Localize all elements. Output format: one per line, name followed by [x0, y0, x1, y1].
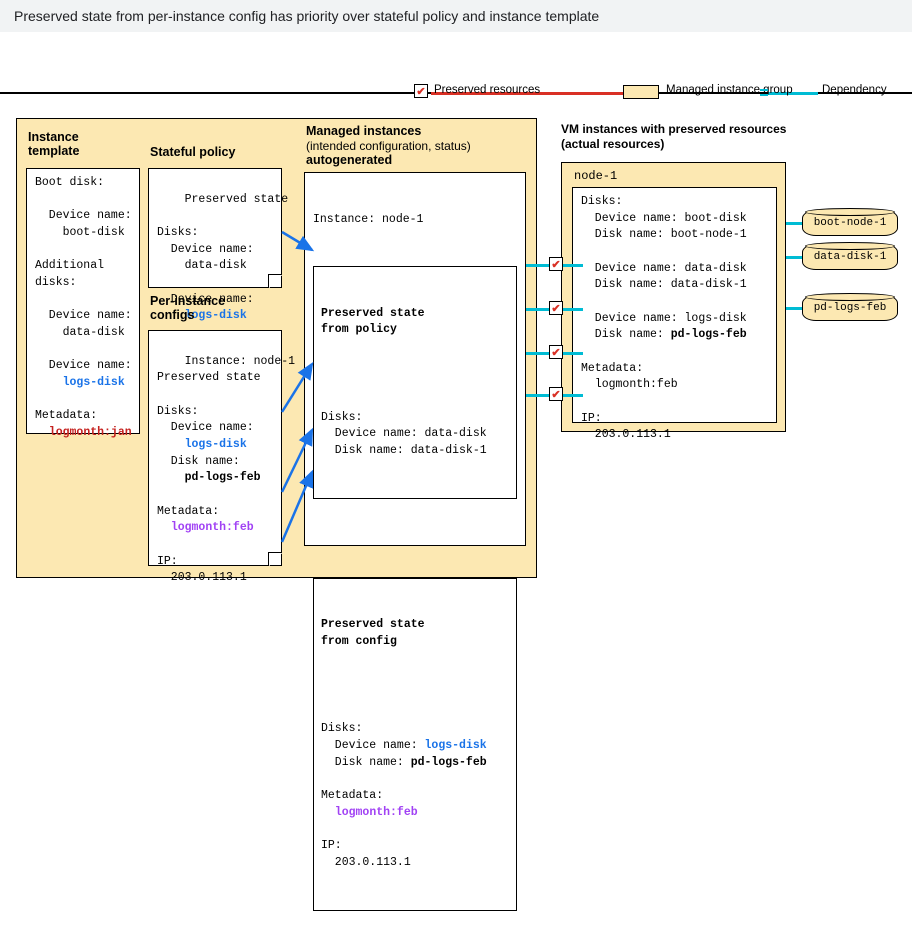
from-policy-body: Disks: Device name: data-disk Disk name:… [321, 410, 509, 460]
diagram-canvas: ✔ Preserved resources Managed instance g… [0, 32, 912, 584]
connector [786, 222, 802, 225]
checkmark-icon: ✔ [414, 84, 428, 98]
connector [526, 352, 550, 355]
connector [563, 352, 583, 355]
managed-instance-line: Instance: node-1 [313, 212, 517, 229]
panel-managed-instance: Instance: node-1 Preserved state from po… [304, 172, 526, 546]
from-config-body: Disks: Device name: logs-disk Disk name:… [321, 721, 509, 871]
connector [563, 394, 583, 397]
dependency-icon [760, 89, 768, 97]
heading-managed-sub: (intended configuration, status) [306, 139, 471, 153]
legend-preserved: Preserved resources [434, 84, 540, 96]
disk-boot: boot-node-1 [802, 210, 898, 236]
node-container: node-1 Disks: Device name: boot-disk Dis… [561, 162, 786, 432]
node-details: Disks: Device name: boot-disk Disk name:… [572, 187, 777, 423]
page-fold-icon [268, 552, 282, 566]
panel-instance-template: Boot disk: Device name: boot-disk Additi… [26, 168, 140, 434]
connector [786, 307, 802, 310]
checkmark-icon: ✔ [549, 301, 563, 315]
pic-text: Instance: node-1 Preserved state Disks: … [157, 355, 295, 585]
heading-managed-instances: Managed instances [306, 124, 421, 138]
legend-mig: Managed instance group [666, 84, 793, 96]
legend-mig-swatch [623, 85, 659, 99]
box-preserved-from-policy: Preserved state from policy Disks: Devic… [313, 266, 517, 499]
vm-area-title: VM instances with preserved resources [561, 122, 786, 136]
disk-logs: pd-logs-feb [802, 295, 898, 321]
legend-dependency: Dependency [822, 84, 887, 96]
connector [526, 394, 550, 397]
box-preserved-from-config: Preserved state from config Disks: Devic… [313, 578, 517, 911]
heading-instance-template: Instance template [28, 130, 79, 158]
heading-per-instance-configs: Per-instance configs [150, 294, 225, 322]
heading-stateful-policy: Stateful policy [150, 145, 235, 159]
node-title: node-1 [574, 169, 617, 183]
connector [526, 308, 550, 311]
checkmark-icon: ✔ [549, 345, 563, 359]
connector [786, 256, 802, 259]
heading-managed-auto: autogenerated [306, 153, 392, 167]
connector [563, 308, 583, 311]
page-fold-icon [268, 274, 282, 288]
panel-per-instance-config: Instance: node-1 Preserved state Disks: … [148, 330, 282, 566]
checkmark-icon: ✔ [549, 387, 563, 401]
connector [526, 264, 550, 267]
panel-stateful-policy: Preserved state Disks: Device name: data… [148, 168, 282, 288]
connector [563, 264, 583, 267]
vm-area-subtitle: (actual resources) [561, 137, 664, 151]
checkmark-icon: ✔ [549, 257, 563, 271]
page-banner: Preserved state from per-instance config… [0, 0, 912, 32]
disk-data: data-disk-1 [802, 244, 898, 270]
from-config-head: Preserved state from config [321, 617, 509, 650]
from-policy-head: Preserved state from policy [321, 306, 509, 339]
